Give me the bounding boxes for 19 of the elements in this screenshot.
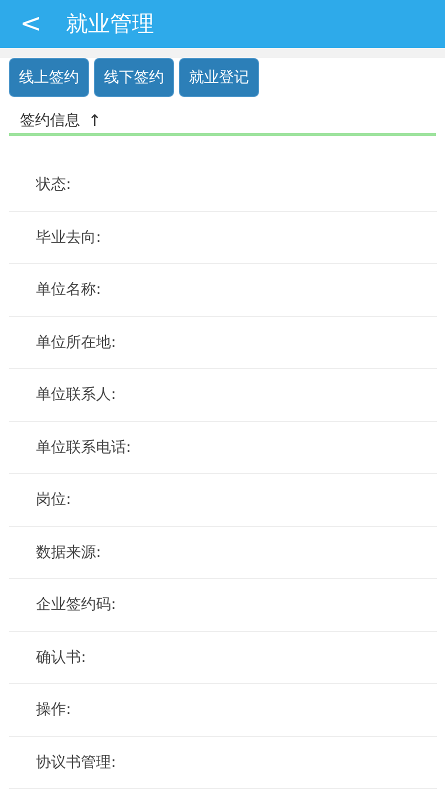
field-label: 确认书:	[36, 648, 86, 667]
field-label: 协议书管理:	[36, 752, 116, 772]
field-label: 状态:	[36, 175, 72, 194]
field-label: 岗位:	[36, 490, 72, 510]
field-label: 单位名称:	[36, 280, 102, 300]
field-label: 单位联系电话:	[36, 438, 132, 457]
field-label: 单位所在地:	[36, 332, 116, 352]
section-title: 签约信息	[20, 111, 80, 130]
field-label: 单位联系人:	[36, 385, 116, 404]
action-button[interactable]: 线下签约	[94, 58, 174, 97]
field-label: 企业签约码:	[36, 595, 116, 614]
action-button[interactable]: 就业登记	[179, 58, 259, 97]
field-label: 毕业去向:	[36, 228, 102, 247]
sort-arrow[interactable]: ↑	[88, 111, 102, 130]
back-button[interactable]: <	[20, 11, 40, 37]
field-label: 数据来源:	[36, 542, 102, 562]
action-button[interactable]: 线上签约	[9, 58, 89, 97]
page-title: 就业管理	[66, 11, 154, 39]
field-label: 操作:	[36, 700, 72, 720]
